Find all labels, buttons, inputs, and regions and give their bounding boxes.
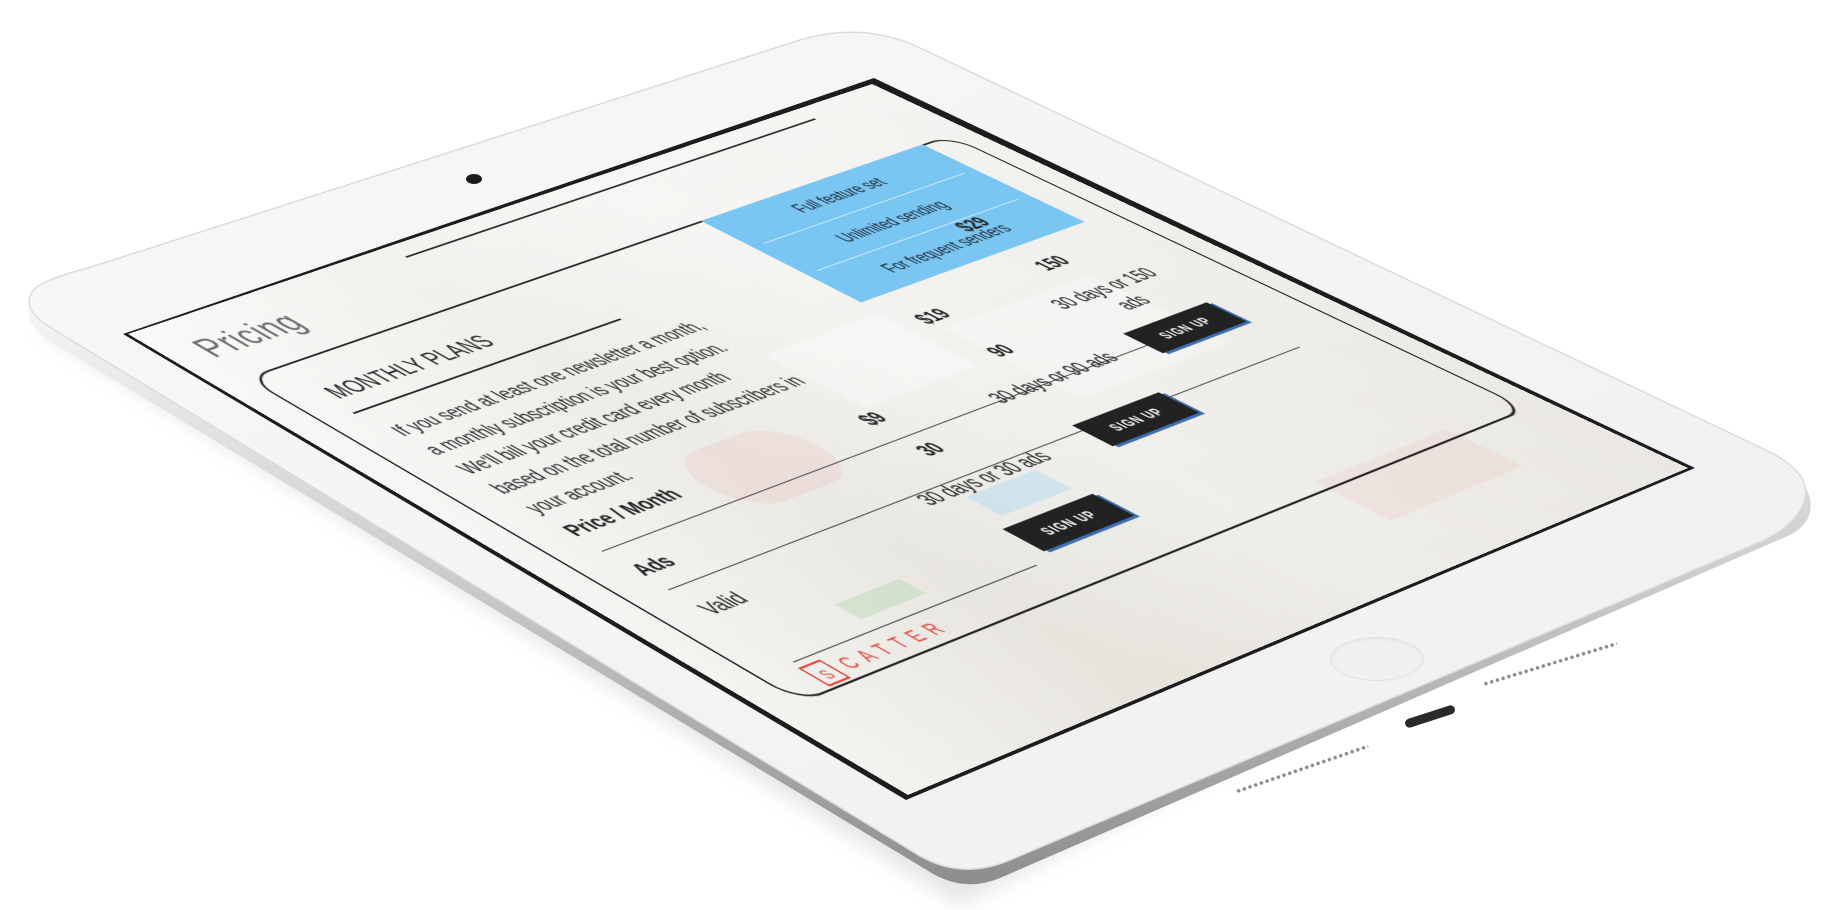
home-button[interactable]: [1330, 637, 1424, 681]
front-camera: [466, 174, 482, 184]
